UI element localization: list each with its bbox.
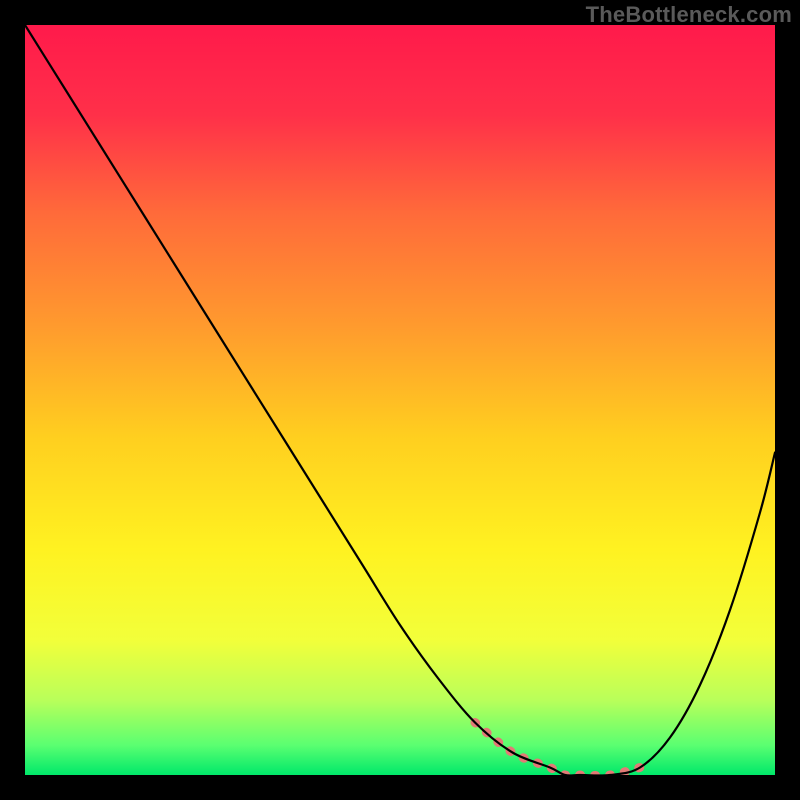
watermark-text: TheBottleneck.com: [586, 2, 792, 28]
chart-canvas: TheBottleneck.com: [0, 0, 800, 800]
plot-area: [25, 25, 775, 775]
gradient-rect: [25, 25, 775, 775]
curve-svg: [25, 25, 775, 775]
